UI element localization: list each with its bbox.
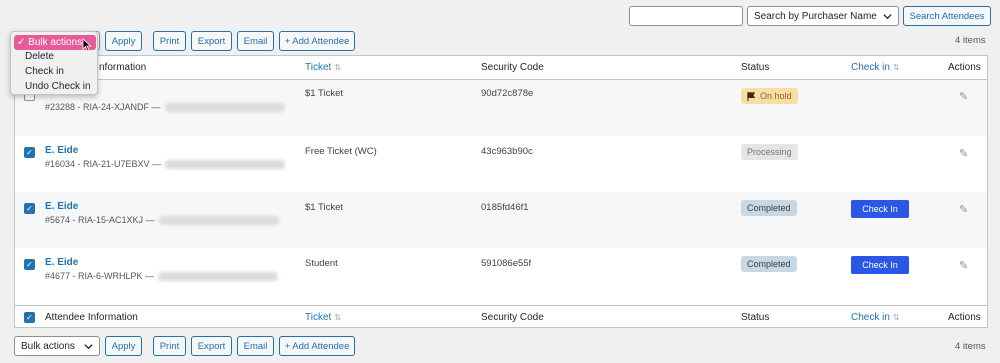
attendee-meta: #23288 - RIA-24-XJANDF —: [45, 102, 285, 113]
ticket-cell: $1 Ticket: [305, 202, 344, 213]
chevron-down-icon: [84, 344, 93, 350]
search-input[interactable]: [629, 6, 743, 26]
header-actions: Actions: [948, 62, 981, 73]
table-row: ✓ E. Eide #4677 - RIA-6-WRHLPK — Student…: [15, 248, 987, 304]
search-attendees-button[interactable]: Search Attendees: [903, 6, 991, 26]
blurred-email: [158, 272, 279, 282]
add-attendee-button-bottom[interactable]: + Add Attendee: [279, 336, 355, 356]
export-button-bottom[interactable]: Export: [191, 336, 232, 356]
check-in-button[interactable]: Check In: [851, 256, 909, 274]
status-badge: Processing: [741, 144, 798, 160]
attendee-meta: #4677 - RIA-6-WRHLPK —: [45, 271, 279, 282]
ticket-cell: $1 Ticket: [305, 88, 344, 99]
export-button-top[interactable]: Export: [191, 31, 232, 51]
attendee-meta: #16034 - RIA-21-U7EBXV —: [45, 159, 286, 170]
footer-ticket[interactable]: Ticket ⇅: [305, 312, 341, 323]
security-code-cell: 43c963b90c: [481, 146, 533, 157]
table-header: nformation Ticket ⇅ Security Code Status …: [15, 56, 987, 80]
items-count-top: 4 items: [955, 35, 986, 46]
status-badge: Completed: [741, 200, 797, 216]
footer-security-code: Security Code: [481, 312, 544, 323]
print-button-top[interactable]: Print: [153, 31, 186, 51]
add-attendee-button-top[interactable]: + Add Attendee: [279, 31, 355, 51]
ticket-cell: Free Ticket (WC): [305, 146, 377, 157]
sort-icon: ⇅: [334, 313, 342, 322]
header-check-in[interactable]: Check in ⇅: [851, 62, 900, 73]
search-filter-value: Search by Purchaser Name: [754, 11, 877, 22]
security-code-cell: 0185fd46f1: [481, 202, 529, 213]
edit-pencil-icon[interactable]: ✎: [959, 147, 968, 160]
sort-icon: ⇅: [892, 63, 900, 72]
row-checkbox[interactable]: ✓: [24, 259, 35, 270]
footer-check-in[interactable]: Check in ⇅: [851, 312, 900, 323]
blurred-email: [165, 160, 286, 170]
edit-pencil-icon[interactable]: ✎: [959, 203, 968, 216]
footer-attendee: Attendee Information: [45, 312, 138, 323]
header-security-code: Security Code: [481, 62, 544, 73]
mouse-pointer-icon: [82, 38, 92, 52]
apply-button-top[interactable]: Apply: [105, 31, 142, 51]
header-attendee-partial: nformation: [99, 62, 147, 73]
email-button-bottom[interactable]: Email: [237, 336, 274, 356]
status-badge: Completed: [741, 256, 797, 272]
dropdown-option-undo-check-in[interactable]: Undo Check in: [25, 81, 91, 92]
blurred-email: [158, 216, 279, 226]
table-row: ✓ E. Eide #5674 - RIA-15-AC1XKJ — $1 Tic…: [15, 192, 987, 248]
blurred-email: [164, 103, 285, 113]
table-footer: ✓ Attendee Information Ticket ⇅ Security …: [15, 305, 987, 329]
attendees-table: nformation Ticket ⇅ Security Code Status …: [14, 55, 988, 328]
attendee-meta: #5674 - RIA-15-AC1XKJ —: [45, 215, 279, 226]
security-code-cell: 591086e55f: [481, 258, 532, 269]
apply-button-bottom[interactable]: Apply: [105, 336, 142, 356]
row-checkbox[interactable]: ✓: [24, 147, 35, 158]
check-in-button[interactable]: Check In: [851, 200, 909, 218]
edit-pencil-icon[interactable]: ✎: [959, 259, 968, 272]
sort-icon: ⇅: [334, 63, 342, 72]
footer-status: Status: [741, 312, 770, 323]
dropdown-option-delete[interactable]: Delete: [25, 51, 54, 62]
sort-icon: ⇅: [892, 313, 900, 322]
table-row: #23288 - RIA-24-XJANDF — $1 Ticket 90d72…: [15, 80, 987, 136]
flag-icon: [747, 91, 756, 101]
select-all-checkbox[interactable]: ✓: [24, 312, 35, 323]
search-filter-select[interactable]: Search by Purchaser Name: [747, 6, 899, 26]
attendee-name[interactable]: E. Eide: [45, 201, 78, 212]
attendee-name[interactable]: E. Eide: [45, 145, 78, 156]
row-checkbox[interactable]: ✓: [24, 203, 35, 214]
email-button-top[interactable]: Email: [237, 31, 274, 51]
status-badge: On hold: [741, 88, 798, 104]
bulk-actions-value: Bulk actions: [21, 341, 75, 352]
attendee-name[interactable]: E. Eide: [45, 257, 78, 268]
chevron-down-icon: [883, 14, 892, 20]
table-row: ✓ E. Eide #16034 - RIA-21-U7EBXV — Free …: [15, 136, 987, 192]
ticket-cell: Student: [305, 258, 338, 269]
dropdown-option-check-in[interactable]: Check in: [25, 66, 64, 77]
bulk-actions-select-bottom[interactable]: Bulk actions: [14, 336, 100, 356]
items-count-bottom: 4 items: [955, 341, 986, 352]
security-code-cell: 90d72c878e: [481, 88, 534, 99]
footer-actions: Actions: [948, 312, 981, 323]
edit-pencil-icon[interactable]: ✎: [959, 90, 968, 103]
print-button-bottom[interactable]: Print: [153, 336, 186, 356]
header-ticket[interactable]: Ticket ⇅: [305, 62, 341, 73]
header-status: Status: [741, 62, 770, 73]
